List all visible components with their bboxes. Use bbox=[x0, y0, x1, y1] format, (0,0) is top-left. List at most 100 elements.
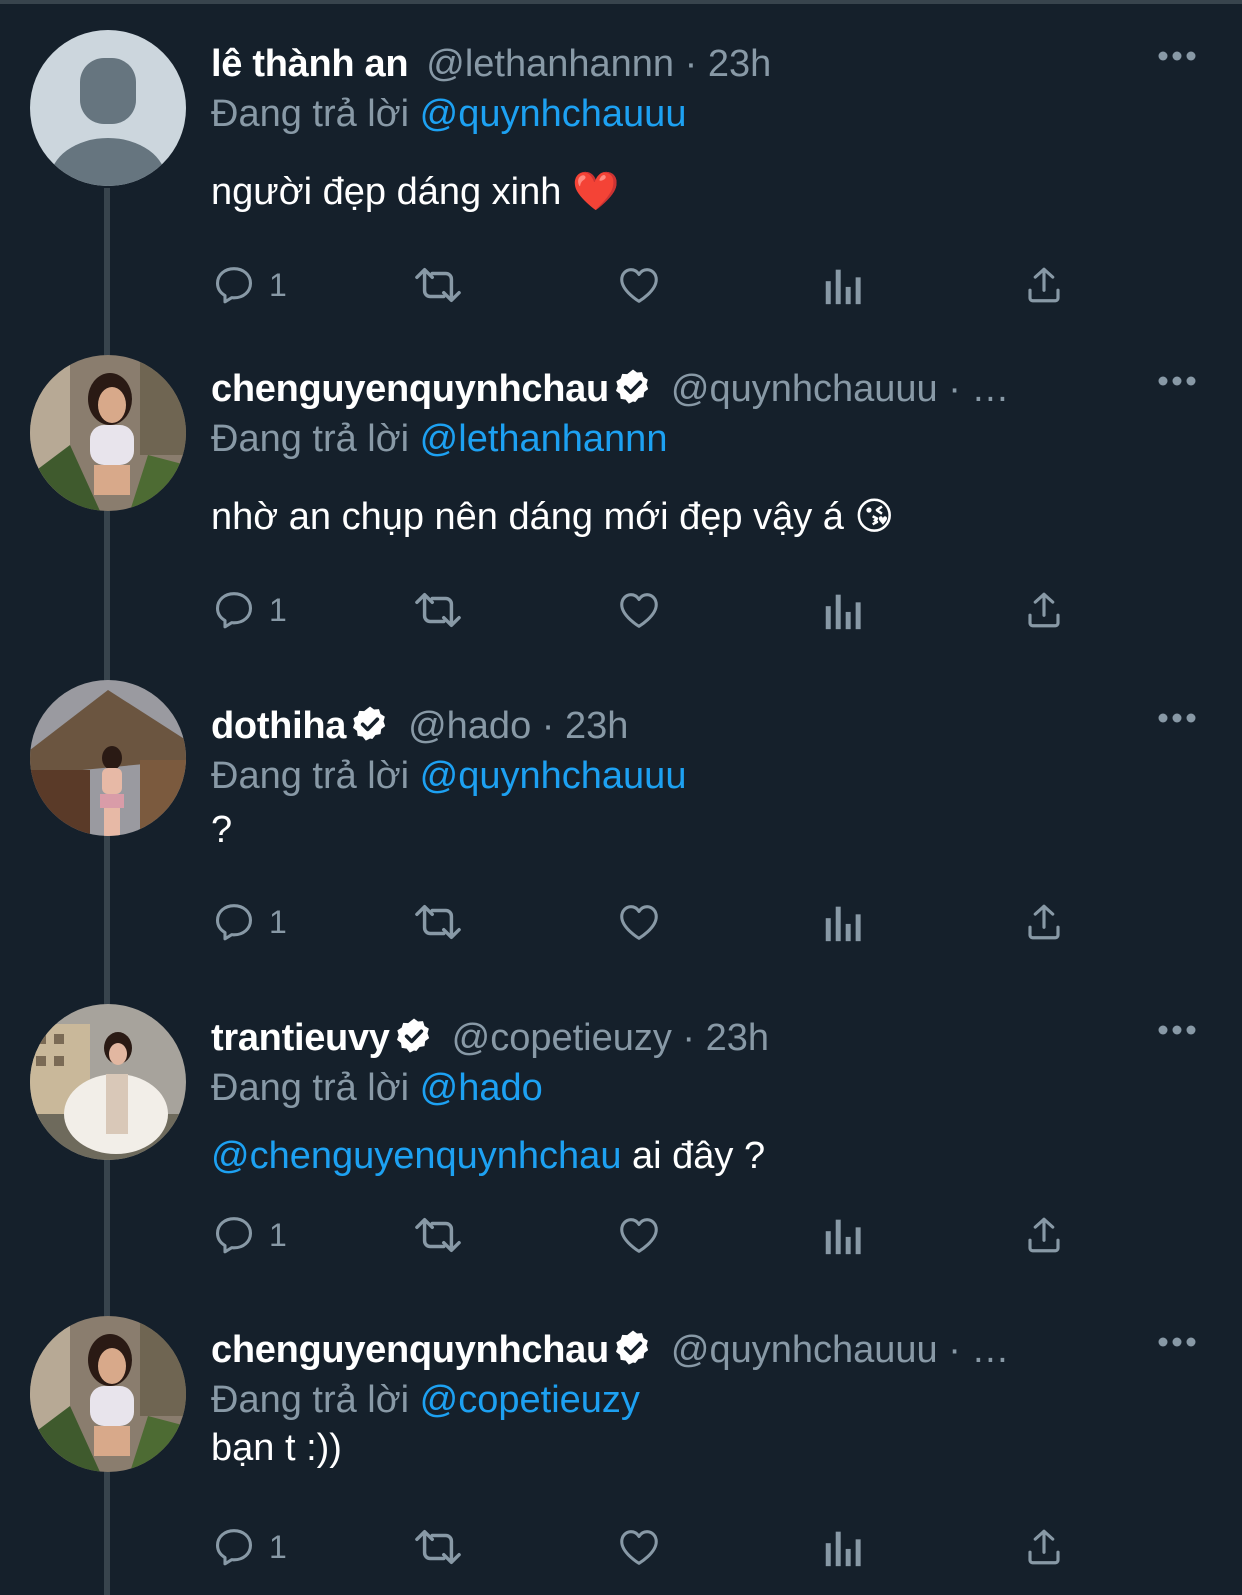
tweet[interactable]: lê thành an @lethanhannn · 23h Đang trả l… bbox=[0, 30, 1242, 342]
replying-to: Đang trả lời @copetieuzy bbox=[211, 1374, 640, 1426]
replying-to-label: Đang trả lời bbox=[211, 93, 420, 135]
tweet-text: nhờ an chụp nên dáng mới đẹp vậy á 😘 bbox=[211, 491, 894, 543]
tweet-header: chenguyenquynhchau @quynhchauuu · … bbox=[211, 1324, 1009, 1376]
retweet-arrows-icon bbox=[415, 1529, 461, 1565]
tweet-body: ai đây ? bbox=[621, 1135, 766, 1177]
timestamp[interactable]: · … bbox=[938, 368, 1009, 410]
tweet-header: lê thành an @lethanhannn · 23h bbox=[211, 38, 771, 90]
retweet-arrows-icon bbox=[415, 904, 461, 940]
ellipsis-icon[interactable] bbox=[1158, 706, 1198, 730]
replying-to-mention[interactable]: @lethanhannn bbox=[420, 418, 668, 460]
analytics-button[interactable] bbox=[823, 260, 863, 310]
user-handle[interactable]: @lethanhannn bbox=[426, 43, 674, 85]
reply-button[interactable]: 1 bbox=[211, 1522, 287, 1572]
display-name[interactable]: chenguyenquynhchau bbox=[211, 368, 609, 410]
reply-button[interactable]: 1 bbox=[211, 1210, 287, 1260]
analytics-button[interactable] bbox=[823, 1210, 863, 1260]
user-handle[interactable]: @hado bbox=[408, 705, 531, 747]
analytics-button[interactable] bbox=[823, 897, 863, 947]
display-name[interactable]: chenguyenquynhchau bbox=[211, 1329, 609, 1371]
replying-to-mention[interactable]: @hado bbox=[420, 1067, 543, 1109]
share-button[interactable] bbox=[1023, 1522, 1065, 1572]
display-name[interactable]: lê thành an bbox=[211, 43, 409, 85]
tweet[interactable]: dothiha @hado · 23h Đang trả lời @quynhch… bbox=[0, 680, 1242, 1004]
retweet-arrows-icon bbox=[415, 267, 461, 303]
avatar[interactable] bbox=[30, 1316, 186, 1472]
verified-badge-icon bbox=[396, 1018, 429, 1053]
bar-chart-icon bbox=[825, 1531, 861, 1567]
retweet-arrows-icon bbox=[415, 592, 461, 628]
share-button[interactable] bbox=[1023, 585, 1065, 635]
ellipsis-icon[interactable] bbox=[1158, 1018, 1198, 1042]
reply-count: 1 bbox=[269, 903, 287, 940]
replying-to-mention[interactable]: @quynhchauuu bbox=[420, 755, 687, 797]
upload-share-icon bbox=[1028, 267, 1060, 303]
retweet-button[interactable] bbox=[411, 260, 465, 310]
like-button[interactable] bbox=[615, 897, 663, 947]
replying-to-label: Đang trả lời bbox=[211, 1067, 420, 1109]
retweet-button[interactable] bbox=[411, 1210, 465, 1260]
replying-to-mention[interactable]: @quynhchauuu bbox=[420, 93, 687, 135]
user-handle[interactable]: @copetieuzy bbox=[452, 1017, 672, 1059]
replying-to: Đang trả lời @hado bbox=[211, 1062, 543, 1114]
share-button[interactable] bbox=[1023, 1210, 1065, 1260]
tweet-text: ? bbox=[211, 804, 232, 856]
ellipsis-icon[interactable] bbox=[1158, 369, 1198, 393]
reply-count: 1 bbox=[269, 1216, 287, 1253]
avatar[interactable] bbox=[30, 680, 186, 836]
avatar[interactable] bbox=[30, 1004, 186, 1160]
tweet-header: trantieuvy @copetieuzy · 23h bbox=[211, 1012, 769, 1064]
speech-bubble-icon bbox=[215, 267, 253, 304]
reply-button[interactable]: 1 bbox=[211, 585, 287, 635]
upload-share-icon bbox=[1028, 1529, 1060, 1565]
timestamp[interactable]: · 23h bbox=[672, 1017, 769, 1059]
timestamp[interactable]: · 23h bbox=[531, 705, 629, 747]
heart-outline-icon bbox=[620, 905, 658, 940]
replying-to: Đang trả lời @quynhchauuu bbox=[211, 88, 686, 140]
like-button[interactable] bbox=[615, 585, 663, 635]
replying-to-mention[interactable]: @copetieuzy bbox=[420, 1379, 640, 1421]
tweet-text: bạn t :)) bbox=[211, 1422, 342, 1474]
avatar[interactable] bbox=[30, 355, 186, 511]
verified-badge-icon bbox=[615, 369, 649, 404]
user-handle[interactable]: @quynhchauuu bbox=[671, 1329, 938, 1371]
retweet-button[interactable] bbox=[411, 585, 465, 635]
reply-count: 1 bbox=[269, 1528, 287, 1565]
tweet-text: @chenguyenquynhchau ai đây ? bbox=[211, 1130, 765, 1182]
analytics-button[interactable] bbox=[823, 1522, 863, 1572]
retweet-arrows-icon bbox=[415, 1217, 461, 1253]
tweet[interactable]: trantieuvy @copetieuzy · 23h Đang trả lời… bbox=[0, 1004, 1242, 1316]
retweet-button[interactable] bbox=[411, 897, 465, 947]
ellipsis-icon[interactable] bbox=[1158, 44, 1198, 68]
action-bar: 1 bbox=[211, 897, 1111, 947]
tweet-body: nhờ an chụp nên dáng mới đẹp vậy á 😘 bbox=[211, 496, 895, 538]
share-button[interactable] bbox=[1023, 260, 1065, 310]
like-button[interactable] bbox=[615, 260, 663, 310]
avatar[interactable] bbox=[30, 30, 186, 186]
display-name[interactable]: dothiha bbox=[211, 705, 346, 747]
timestamp[interactable]: · 23h bbox=[674, 43, 772, 85]
speech-bubble-icon bbox=[215, 1217, 253, 1254]
reply-button[interactable]: 1 bbox=[211, 897, 287, 947]
upload-share-icon bbox=[1028, 1217, 1060, 1253]
tweet[interactable]: chenguyenquynhchau @quynhchauuu · … Đang … bbox=[0, 355, 1242, 667]
ellipsis-icon[interactable] bbox=[1158, 1330, 1198, 1354]
tweet[interactable]: chenguyenquynhchau @quynhchauuu · … Đang … bbox=[0, 1316, 1242, 1595]
like-button[interactable] bbox=[615, 1210, 663, 1260]
top-divider bbox=[0, 0, 1242, 4]
replying-to: Đang trả lời @lethanhannn bbox=[211, 413, 667, 465]
user-handle[interactable]: @quynhchauuu bbox=[671, 368, 938, 410]
replying-to-label: Đang trả lời bbox=[211, 755, 420, 797]
reply-button[interactable]: 1 bbox=[211, 260, 287, 310]
share-button[interactable] bbox=[1023, 897, 1065, 947]
retweet-button[interactable] bbox=[411, 1522, 465, 1572]
action-bar: 1 bbox=[211, 1522, 1111, 1572]
like-button[interactable] bbox=[615, 1522, 663, 1572]
display-name[interactable]: trantieuvy bbox=[211, 1017, 390, 1059]
analytics-button[interactable] bbox=[823, 585, 863, 635]
body-mention[interactable]: @chenguyenquynhchau bbox=[211, 1135, 621, 1177]
replying-to-label: Đang trả lời bbox=[211, 1379, 420, 1421]
timestamp[interactable]: · … bbox=[938, 1329, 1009, 1371]
action-bar: 1 bbox=[211, 1210, 1111, 1260]
heart-outline-icon bbox=[620, 268, 658, 303]
